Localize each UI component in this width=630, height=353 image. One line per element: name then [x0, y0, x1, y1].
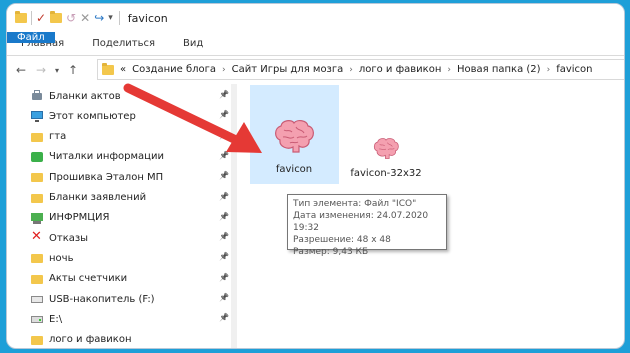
- sidebar-item[interactable]: USB-накопитель (F:) 📌: [31, 289, 231, 309]
- pin-icon[interactable]: 📌: [219, 192, 229, 201]
- sidebar-item[interactable]: Прошивка Эталон МП 📌: [31, 167, 231, 187]
- chevron-right-icon: ›: [222, 64, 226, 75]
- title-bar: ✓ ↺ ✕ ↪ ▾ favicon: [7, 4, 624, 32]
- breadcrumb-overflow[interactable]: «: [120, 64, 126, 75]
- sidebar-item[interactable]: Читалки информации 📌: [31, 147, 231, 167]
- pin-icon[interactable]: 📌: [219, 110, 229, 119]
- folder-icon: [102, 62, 114, 75]
- sidebar-item[interactable]: Бланки заявлений 📌: [31, 188, 231, 208]
- network-folder-icon: [31, 212, 43, 224]
- chevron-right-icon: ›: [447, 64, 451, 75]
- sidebar-item-label: Прошивка Эталон МП: [49, 171, 164, 183]
- brain-icon: [275, 120, 314, 153]
- tooltip-modified: Дата изменения: 24.07.2020 19:32: [293, 211, 429, 233]
- pin-icon[interactable]: 📌: [219, 131, 229, 140]
- file-tooltip: Тип элемента: Файл "ICO" Дата изменения:…: [287, 194, 447, 257]
- tooltip-resolution: Разрешение: 48 x 48: [293, 235, 391, 245]
- sidebar-item-label: Бланки заявлений: [49, 192, 147, 203]
- breadcrumb-item[interactable]: Сайт Игры для мозга: [232, 64, 344, 75]
- sidebar-item[interactable]: Этот компьютер 📌: [31, 106, 231, 126]
- tooltip-size: Размер: 9,43 КБ: [293, 247, 369, 257]
- drive-icon: [31, 313, 43, 325]
- pin-icon[interactable]: 📌: [219, 90, 229, 99]
- sidebar-item[interactable]: E:\ 📌: [31, 309, 231, 329]
- properties-icon[interactable]: ✓: [36, 11, 46, 25]
- sidebar-item-label: Этот компьютер: [49, 110, 136, 122]
- tab-share[interactable]: Поделиться: [78, 32, 169, 55]
- file-name: favicon-32x32: [350, 168, 422, 179]
- quick-access-toolbar: ✓ ↺ ✕ ↪ ▾: [15, 11, 113, 25]
- file-name: favicon: [275, 164, 313, 175]
- sidebar-item[interactable]: Бланки актов 📌: [31, 86, 231, 106]
- folder-icon: [15, 11, 27, 23]
- undo-icon[interactable]: ↺: [66, 11, 76, 25]
- navigation-pane: Бланки актов 📌 Этот компьютер 📌 гта 📌 Читалки …: [7, 84, 237, 348]
- breadcrumb-item[interactable]: favicon: [556, 64, 592, 75]
- breadcrumb-item[interactable]: Создание блога: [132, 64, 216, 75]
- sidebar-item[interactable]: ИНФРМЦИЯ 📌: [31, 208, 231, 228]
- pin-icon[interactable]: 📌: [219, 252, 229, 261]
- sidebar-item-label: Отказы: [49, 232, 89, 244]
- file-item-favicon-32x32[interactable]: favicon-32x32: [346, 136, 426, 179]
- window-title: favicon: [127, 11, 168, 25]
- sidebar-item-label: ИНФРМЦИЯ: [49, 212, 110, 224]
- sidebar-item-label: E:\: [49, 313, 63, 325]
- tab-file[interactable]: Файл: [7, 32, 55, 43]
- pin-icon[interactable]: 📌: [219, 313, 229, 322]
- chevron-right-icon: ›: [349, 64, 353, 75]
- ribbon-tabs: Файл Главная Поделиться Вид: [7, 32, 624, 56]
- back-arrow-icon[interactable]: ←: [11, 63, 31, 77]
- red-x-icon: ✕: [31, 229, 42, 245]
- sidebar-item[interactable]: Акты счетчики 📌: [31, 269, 231, 289]
- green-app-icon: [31, 151, 43, 163]
- new-folder-icon[interactable]: [50, 11, 63, 23]
- pin-icon[interactable]: 📌: [219, 273, 229, 282]
- computer-icon: [31, 110, 43, 123]
- pin-icon[interactable]: 📌: [219, 151, 229, 160]
- pin-icon[interactable]: 📌: [219, 212, 229, 221]
- folder-icon: [31, 273, 43, 285]
- folder-icon: [31, 334, 43, 346]
- sidebar-item-label: ночь: [49, 252, 74, 264]
- folder-icon: [31, 171, 43, 183]
- sidebar-item[interactable]: лого и фавикон: [31, 330, 231, 348]
- sidebar-item[interactable]: ночь 📌: [31, 248, 231, 268]
- breadcrumb-item[interactable]: лого и фавикон: [359, 64, 442, 75]
- brain-icon: [373, 138, 399, 159]
- pin-icon[interactable]: 📌: [219, 232, 229, 241]
- tooltip-type: Тип элемента: Файл "ICO": [293, 199, 417, 209]
- usb-drive-icon: [31, 293, 43, 305]
- rename-icon[interactable]: ↪: [94, 11, 104, 25]
- printer-icon: [31, 90, 43, 102]
- sidebar-item[interactable]: ✕ Отказы 📌: [31, 228, 231, 248]
- separator: [118, 11, 120, 25]
- sidebar-item-label: гта: [49, 131, 67, 143]
- customize-toolbar-icon[interactable]: ▾: [108, 11, 113, 25]
- address-bar[interactable]: « Создание блога › Сайт Игры для мозга ›…: [97, 59, 624, 80]
- tab-view[interactable]: Вид: [169, 32, 217, 55]
- file-item-favicon[interactable]: favicon: [262, 118, 326, 175]
- sidebar-item-label: Читалки информации: [49, 151, 164, 163]
- breadcrumb-item[interactable]: Новая папка (2): [457, 64, 541, 75]
- navigation-bar: ← → ▾ ↑ « Создание блога › Сайт Игры для…: [7, 56, 624, 84]
- sidebar-item-label: лого и фавикон: [49, 334, 132, 346]
- folder-icon: [31, 131, 43, 143]
- chevron-right-icon: ›: [546, 64, 551, 75]
- delete-icon[interactable]: ✕: [80, 11, 90, 25]
- sidebar-item[interactable]: гта 📌: [31, 127, 231, 147]
- separator: [31, 11, 32, 25]
- pin-icon[interactable]: 📌: [219, 293, 229, 302]
- forward-arrow-icon[interactable]: →: [31, 63, 51, 77]
- sidebar-item-label: Акты счетчики: [49, 273, 128, 285]
- sidebar-scrollbar[interactable]: [231, 84, 237, 348]
- pin-icon[interactable]: 📌: [219, 171, 229, 180]
- folder-icon: [31, 252, 43, 264]
- up-arrow-icon[interactable]: ↑: [63, 63, 83, 77]
- recent-locations-icon[interactable]: ▾: [51, 66, 63, 75]
- sidebar-item-label: Бланки актов: [49, 90, 121, 102]
- sidebar-item-label: USB-накопитель (F:): [49, 293, 155, 305]
- folder-icon: [31, 192, 43, 204]
